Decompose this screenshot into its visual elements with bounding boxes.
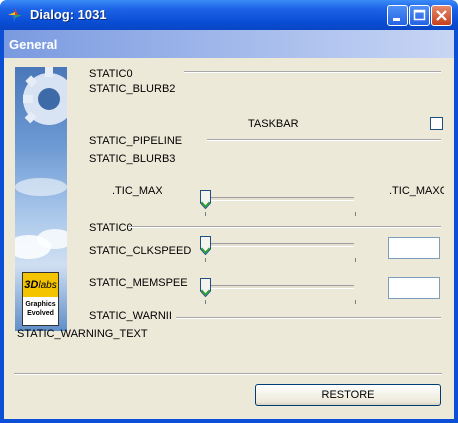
taskbar-checkbox[interactable] [430, 117, 443, 130]
clkspeed-label: STATIC_CLKSPEED [89, 245, 192, 257]
title-bar[interactable]: Dialog: 1031 [0, 0, 458, 30]
static0-label: STATIC0 [89, 68, 133, 80]
divider-line [128, 226, 441, 228]
divider-line [184, 71, 441, 73]
slider-tick [355, 212, 356, 216]
window-title: Dialog: 1031 [30, 7, 107, 22]
slider-thumb[interactable] [200, 190, 211, 209]
app-icon [8, 8, 22, 22]
slider-thumb[interactable] [200, 236, 211, 255]
slider-track [204, 243, 354, 247]
minimize-icon [393, 18, 400, 21]
clkspeed-slider[interactable] [200, 236, 360, 262]
brand-logo: 3Dlabs Graphics Evolved [22, 272, 59, 326]
blurb3-label: STATIC_BLURB3 [89, 153, 176, 165]
close-icon [436, 10, 447, 21]
slider-tick [355, 300, 356, 304]
dialog-window: Dialog: 1031 General 3Dlabs Graphics Evo… [0, 0, 458, 423]
group-header: General [4, 30, 454, 58]
close-button[interactable] [431, 5, 452, 26]
memspeed-label: STATIC_MEMSPEE [89, 277, 188, 289]
slider-thumb[interactable] [200, 278, 211, 297]
blurb2-label: STATIC_BLURB2 [89, 83, 176, 95]
max-slider[interactable] [200, 190, 360, 216]
slider-track [204, 285, 354, 289]
group-header-label: General [9, 37, 58, 52]
taskbar-label: TASKBAR [248, 118, 299, 130]
maximize-icon [413, 9, 426, 21]
warning-label: STATIC_WARNII [89, 310, 172, 322]
slider-tick [205, 212, 206, 216]
tic-max-left-label: .TIC_MAX [112, 185, 162, 197]
slider-track [204, 197, 354, 201]
banner-image: 3Dlabs Graphics Evolved [15, 67, 67, 331]
memspeed-slider[interactable] [200, 278, 360, 304]
static0-mid-label: STATIC0 [89, 222, 133, 234]
divider-line [207, 139, 441, 141]
tic-max-right-label: .TIC_MAXC [389, 185, 444, 197]
maximize-button[interactable] [409, 5, 430, 26]
pipeline-label: STATIC_PIPELINE [89, 135, 183, 147]
slider-tick [205, 300, 206, 304]
restore-button[interactable]: RESTORE [255, 384, 441, 406]
slider-tick [355, 258, 356, 262]
dialog-client-area: General 3Dlabs Graphics Evolved STATIC0 … [4, 30, 454, 419]
warning-text: STATIC_WARNING_TEXT [17, 328, 148, 340]
divider-line [176, 317, 441, 319]
minimize-button[interactable] [387, 5, 408, 26]
memspeed-edit[interactable] [388, 277, 440, 299]
bottom-divider [14, 373, 442, 375]
clkspeed-edit[interactable] [388, 237, 440, 259]
slider-tick [205, 258, 206, 262]
